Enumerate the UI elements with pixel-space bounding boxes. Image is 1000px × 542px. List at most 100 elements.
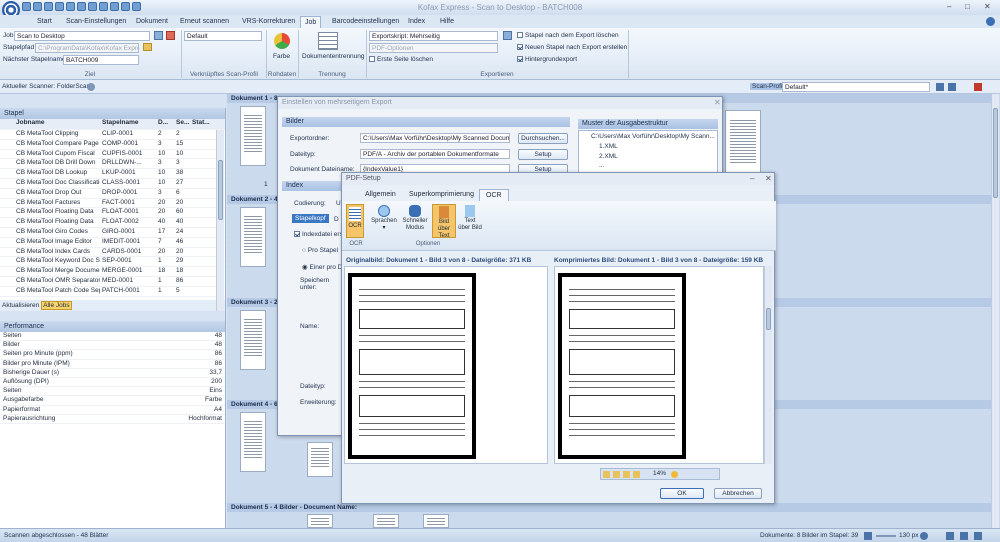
page-thumbnail[interactable]	[307, 514, 333, 528]
stapel-row[interactable]: CB MetaTool Doc Classification CLASS-0001…	[0, 179, 225, 189]
stapelpfad-input[interactable]: C:\ProgramData\Kofax\Kofax Expre	[35, 43, 139, 53]
pdf-tab-supercompression[interactable]: Superkomprimierung	[409, 191, 474, 198]
grid-icon[interactable]	[974, 532, 982, 540]
col-d[interactable]: D...	[156, 119, 174, 129]
close-button[interactable]: ✕	[984, 2, 991, 11]
profile-edit-icon[interactable]	[948, 83, 956, 91]
view-mode-icon[interactable]	[864, 532, 872, 540]
folder-icon[interactable]	[143, 43, 152, 51]
zoom-slider[interactable]	[876, 535, 896, 537]
fit-icon[interactable]	[946, 532, 954, 540]
refresh-button[interactable]: Aktualisieren	[2, 302, 39, 309]
pro-stapel-radio[interactable]: ○ Pro Stapel	[302, 247, 338, 254]
stapel-scrollbar[interactable]	[216, 130, 224, 311]
ok-button[interactable]: OK	[660, 488, 704, 499]
profile-select[interactable]: Default	[184, 31, 262, 41]
doc-band-5[interactable]: Dokument 5 - 4 Bilder - Document Name:	[227, 503, 997, 512]
stapel-row[interactable]: CB MetaTool Keyword Doc Sep SEP-0001 1 29	[0, 257, 225, 268]
zoom-out-icon[interactable]	[633, 471, 640, 478]
tab-document[interactable]: Dokument	[132, 16, 172, 28]
tab-scan-settings[interactable]: Scan-Einstellungen	[62, 16, 130, 28]
zoom-slider-icon[interactable]	[671, 471, 678, 478]
col-stat[interactable]: Stat...	[190, 119, 212, 129]
export-script-select[interactable]: Exportskript: Mehrseitig	[369, 31, 498, 41]
zoom-level[interactable]: 14%	[653, 470, 666, 477]
cancel-button[interactable]: Abbrechen	[714, 488, 762, 499]
background-export-checkbox[interactable]: Hintergrundexport	[517, 56, 577, 63]
color-button-label[interactable]: Farbe	[273, 53, 290, 60]
next-batch-input[interactable]: BATCH009	[63, 55, 139, 65]
stapel-row[interactable]: CB MetaTool Clipping CLIP-0001 2 2	[0, 130, 225, 140]
stapelkopf-tab[interactable]: Stapelkopf	[292, 214, 329, 223]
page-thumbnail[interactable]	[373, 514, 399, 528]
job-select[interactable]: Scan to Desktop	[14, 31, 150, 41]
tab-job[interactable]: Job	[300, 16, 322, 28]
stapel-row[interactable]: CB MetaTool Drop Out DROP-0001 3 6	[0, 189, 225, 199]
export-settings-icon[interactable]	[503, 31, 512, 40]
zoom-in-status-icon[interactable]	[920, 532, 928, 540]
tab-rescan[interactable]: Erneut scannen	[176, 16, 233, 28]
browse-button[interactable]: Durchsuchen...	[518, 133, 568, 144]
col-se[interactable]: Se...	[174, 119, 190, 129]
setup-button[interactable]: Setup	[518, 149, 568, 160]
pdf-tab-general[interactable]: Allgemein	[365, 191, 396, 198]
page-thumbnail[interactable]	[240, 207, 266, 267]
col-jobname[interactable]: Jobname	[0, 119, 100, 129]
all-jobs-button[interactable]: Alle Jobs	[41, 301, 72, 310]
fit-width-icon[interactable]	[613, 471, 620, 478]
stapel-row[interactable]: CB MetaTool OMR Separators MED-0001 1 86	[0, 277, 225, 287]
compressed-page-image[interactable]	[558, 273, 686, 459]
job-edit-icon[interactable]	[154, 31, 163, 40]
stapel-row[interactable]: CB MetaTool DB Lookup LKUP-0001 10 38	[0, 169, 225, 179]
stapel-row[interactable]: CB MetaTool Image Editor IMEDIT-0001 7 46	[0, 238, 225, 248]
minimize-button[interactable]: –	[947, 2, 951, 11]
stapel-row[interactable]: CB MetaTool Floating Data FLOAT-0002 40 40	[0, 218, 225, 228]
languages-button[interactable]: Sprachen ▾	[370, 204, 398, 238]
page-thumbnail[interactable]	[240, 106, 266, 166]
pdf-close-button[interactable]: ✕	[765, 174, 772, 183]
stapel-row[interactable]: CB MetaTool Index Cards CARDS-0001 20 20	[0, 248, 225, 258]
profile-delete-icon[interactable]	[974, 83, 982, 91]
indexdatei-checkbox[interactable]: Indexdatei erst	[294, 231, 345, 238]
new-batch-after-export-checkbox[interactable]: Neuen Stapel nach Export erstellen	[517, 44, 627, 51]
tab-start[interactable]: Start	[33, 16, 56, 28]
original-page-image[interactable]	[348, 273, 476, 459]
stapel-row[interactable]: CB MetaTool Factures FACT-0001 20 20	[0, 199, 225, 209]
pdf-options-select[interactable]: PDF-Optionen	[369, 43, 498, 53]
layout-icon[interactable]	[960, 532, 968, 540]
viewer-scrollbar[interactable]	[764, 266, 772, 464]
help-icon[interactable]	[986, 17, 995, 26]
dateityp-select[interactable]: PDF/A - Archiv der portablen Dokumentfor…	[360, 149, 510, 159]
delete-after-export-checkbox[interactable]: Stapel nach dem Export löschen	[517, 32, 619, 39]
col-stapelname[interactable]: Stapelname	[100, 119, 156, 129]
text-over-image-button[interactable]: Text über Bild	[458, 204, 482, 238]
tab-index[interactable]: Index	[404, 16, 429, 28]
pdf-tab-ocr[interactable]: OCR	[479, 189, 509, 201]
pdf-minimize-button[interactable]: –	[750, 174, 754, 183]
d-tab[interactable]: D	[334, 216, 339, 223]
fast-mode-button[interactable]: Schneller Modus	[400, 204, 430, 238]
thumbnail-scrollbar[interactable]	[991, 94, 999, 528]
fit-page-icon[interactable]	[603, 471, 610, 478]
stapel-row[interactable]: CB MetaTool Giro Codes GIRO-0001 17 24	[0, 228, 225, 238]
job-new-icon[interactable]	[166, 31, 175, 40]
export-dialog-close[interactable]: ✕	[714, 98, 721, 107]
doc-separation-button[interactable]: Dokumententrennung	[302, 53, 365, 60]
tab-help[interactable]: Hilfe	[436, 16, 458, 28]
color-icon[interactable]	[274, 33, 290, 49]
stapel-row[interactable]: CB MetaTool Merge Documents MERGE-0001 18 1…	[0, 267, 225, 277]
first-page-delete-checkbox[interactable]: Erste Seite löschen	[369, 56, 433, 63]
scan-profile-select[interactable]: Default*	[782, 82, 930, 92]
ocr-button[interactable]: OCR	[346, 204, 364, 238]
exportordner-input[interactable]: C:\Users\Max Vorführ\Desktop\My Scanned …	[360, 133, 510, 143]
stapel-row[interactable]: CB MetaTool DB Drill Down DRLLDWN-... 3 3	[0, 159, 225, 170]
page-thumbnail[interactable]	[240, 310, 266, 370]
page-thumbnail[interactable]	[307, 442, 333, 477]
image-over-text-button[interactable]: Bild über Text	[432, 204, 456, 239]
maximize-button[interactable]: □	[965, 2, 970, 11]
stapel-row[interactable]: CB MetaTool Cupom Fiscal CUPFIS-0001 10 10	[0, 150, 225, 160]
stapel-row[interactable]: CB MetaTool Compare Page CountCOMP-0001 3…	[0, 140, 225, 150]
page-thumbnail[interactable]	[423, 514, 449, 528]
codierung-value[interactable]: U	[336, 200, 341, 207]
tab-barcode[interactable]: Barcodeeinstellungen	[328, 16, 403, 28]
